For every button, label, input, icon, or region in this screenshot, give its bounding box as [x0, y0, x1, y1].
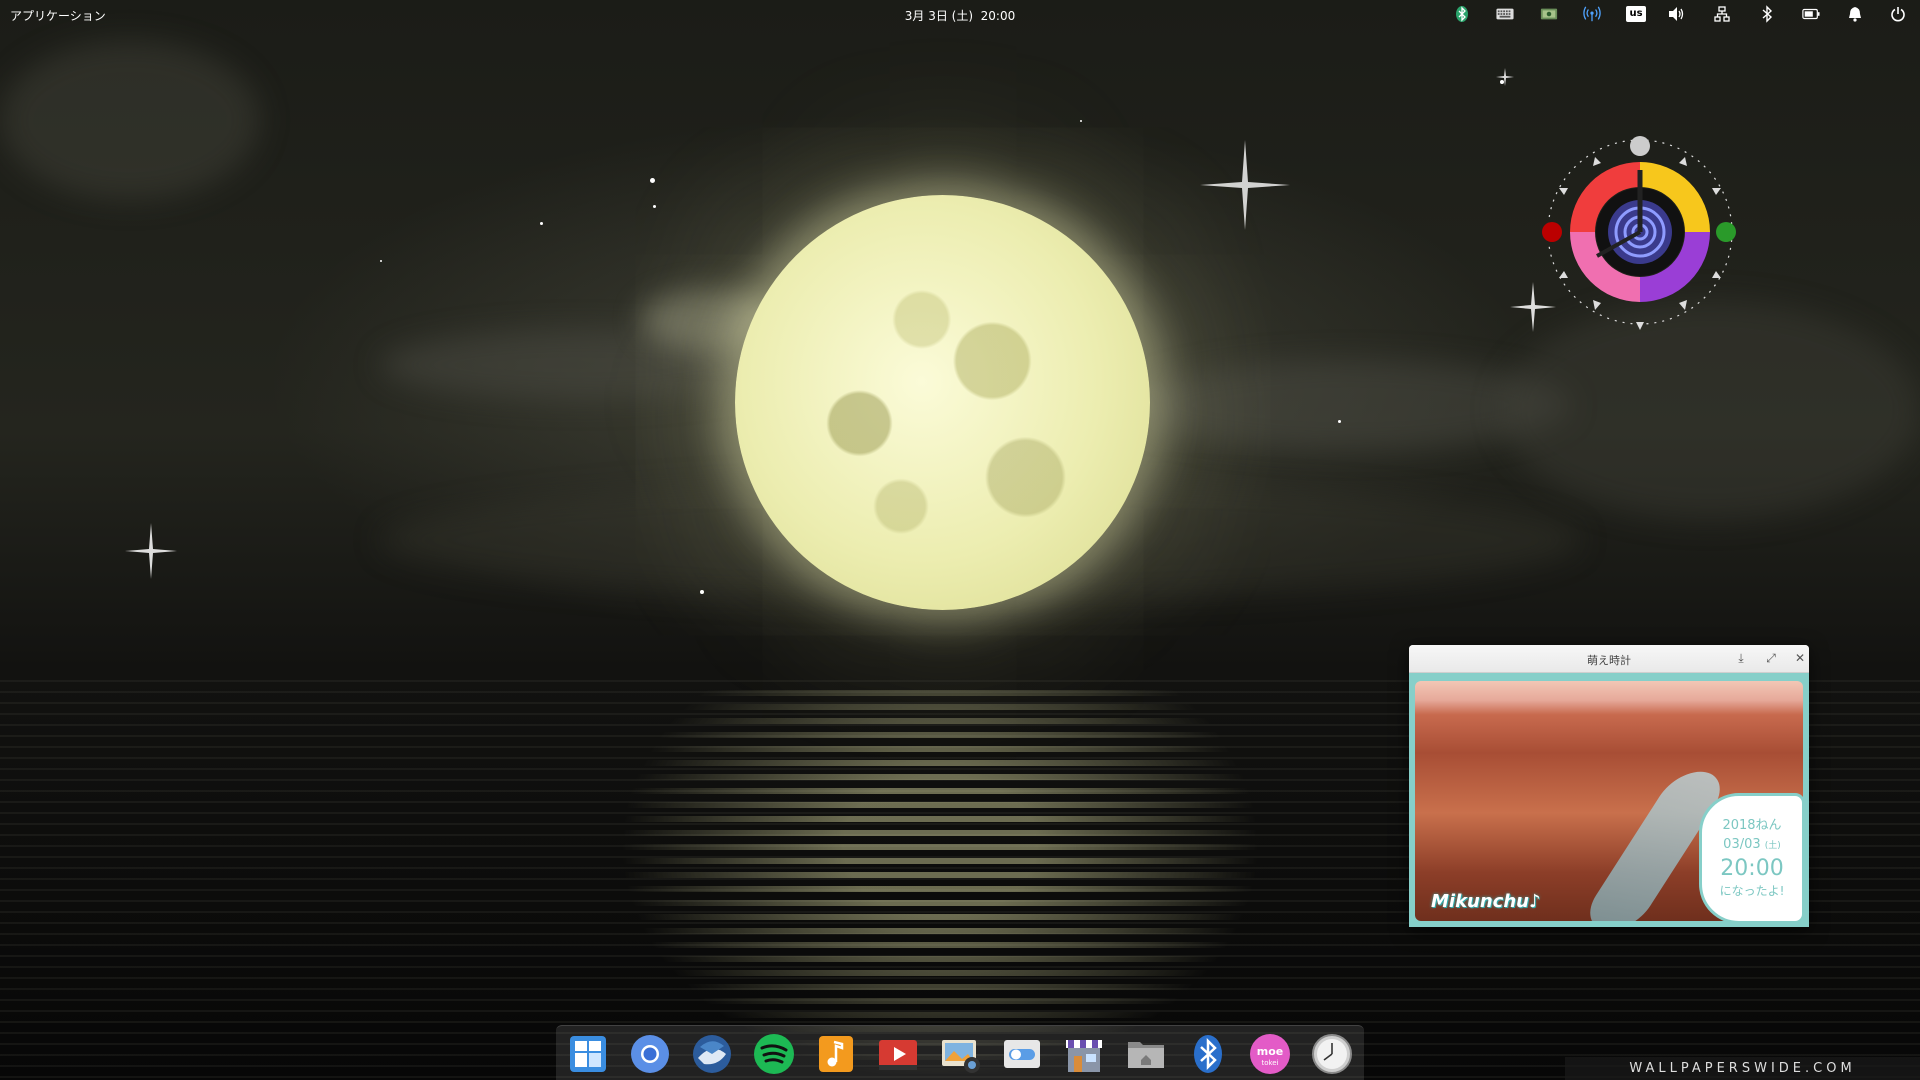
moe-tokei-content: 2018ねん 03/03 (土) 20:00 になったよ! Mikunchu♪ [1409, 673, 1809, 927]
star [380, 260, 382, 262]
panel-time: 20:00 [980, 9, 1016, 23]
dock-spotify[interactable] [751, 1031, 797, 1077]
star [540, 222, 543, 225]
files-folder-icon [1128, 1042, 1164, 1068]
spotify-icon [754, 1034, 794, 1074]
sparkle [1496, 68, 1514, 86]
dock-moe-tokei[interactable]: moe tokei [1247, 1031, 1293, 1077]
dock-appcenter[interactable] [1061, 1031, 1107, 1077]
wireless-hotspot-icon[interactable] [1583, 5, 1601, 23]
chromium-icon [631, 1035, 669, 1073]
moe-tokei-window[interactable]: 萌え時計 ⤓ ⤢ ✕ 2018ねん 03/03 (土) 20:00 になったよ!… [1409, 645, 1809, 927]
notifications-bell-icon[interactable] [1846, 5, 1864, 23]
svg-text:moe: moe [1257, 1045, 1283, 1058]
moe-weekday: (土) [1764, 841, 1781, 851]
settings-toggle-icon [1004, 1040, 1040, 1068]
bluetooth-tray-app-icon[interactable] [1453, 5, 1471, 23]
dock: moe tokei [556, 1025, 1364, 1080]
moe-brand-logo: Mikunchu♪ [1431, 891, 1541, 912]
moe-time: 20:00 [1720, 856, 1784, 881]
appcenter-icon [1066, 1040, 1102, 1072]
dock-multitasking-view[interactable] [565, 1031, 611, 1077]
panel-clock-button[interactable]: 3月 3日 (土) 20:00 [905, 9, 1016, 23]
keyboard-icon[interactable] [1496, 5, 1514, 23]
star [700, 590, 704, 594]
applications-menu[interactable]: アプリケーション [10, 7, 106, 24]
clock-icon [1312, 1034, 1352, 1074]
dock-system-settings[interactable] [999, 1031, 1045, 1077]
moe-tokei-icon: moetokei [1250, 1034, 1290, 1074]
star [1080, 120, 1082, 122]
keyboard-layout-indicator[interactable]: us [1626, 5, 1646, 23]
dock-thunderbird[interactable] [689, 1031, 735, 1077]
close-icon[interactable]: ✕ [1793, 651, 1807, 665]
dock-videos[interactable] [875, 1031, 921, 1077]
clock-knob-right [1716, 222, 1736, 242]
moe-date: 03/03 [1723, 837, 1761, 852]
pin-icon[interactable]: ⤓ [1734, 651, 1748, 666]
bluetooth-icon [1194, 1035, 1222, 1073]
star [1338, 420, 1341, 423]
desktop: アプリケーション 3月 3日 (土) 20:00 us 萌え時計 ⤓ ⤢ ✕ 2… [0, 0, 1920, 1080]
dock-photos[interactable] [937, 1031, 983, 1077]
window-title: 萌え時計 [1587, 654, 1631, 667]
photos-icon [942, 1040, 980, 1073]
top-panel: アプリケーション 3月 3日 (土) 20:00 us [0, 0, 1920, 28]
star [653, 205, 656, 208]
maximize-icon[interactable]: ⤢ [1764, 651, 1778, 666]
analog-clock-widget [1542, 136, 1736, 330]
panel-date: 3月 3日 (土) [904, 9, 974, 23]
sparkle [1200, 140, 1290, 230]
keyboard-layout-label: us [1626, 6, 1646, 22]
dock-files[interactable] [1123, 1031, 1169, 1077]
moon-reflection [620, 690, 1260, 1080]
star [650, 178, 655, 183]
dock-music[interactable] [813, 1031, 859, 1077]
moe-date-line: 03/03 (土) [1702, 835, 1802, 856]
moe-year: 2018ねん [1722, 818, 1782, 833]
cloud [0, 40, 260, 200]
videos-icon [879, 1040, 917, 1070]
music-icon [819, 1036, 853, 1072]
battery-icon[interactable] [1802, 5, 1820, 23]
window-titlebar[interactable]: 萌え時計 ⤓ ⤢ ✕ [1409, 645, 1809, 673]
clock-knob-top [1630, 136, 1650, 156]
moe-time-badge: 2018ねん 03/03 (土) 20:00 になったよ! [1699, 793, 1805, 924]
network-wired-icon[interactable] [1713, 5, 1731, 23]
bluetooth-icon[interactable] [1758, 5, 1776, 23]
sparkle [125, 523, 177, 579]
dock-chromium[interactable] [627, 1031, 673, 1077]
dock-bluetooth[interactable] [1185, 1031, 1231, 1077]
power-icon[interactable] [1889, 5, 1907, 23]
clock-knob-left [1542, 222, 1562, 242]
wallpaper-watermark: WALLPAPERSWIDE.COM [1565, 1057, 1920, 1080]
volume-icon[interactable] [1668, 5, 1686, 23]
svg-text:tokei: tokei [1261, 1059, 1278, 1067]
screenshot-app-icon[interactable] [1540, 5, 1558, 23]
thunderbird-icon [693, 1035, 731, 1073]
moe-message: になったよ! [1719, 884, 1785, 898]
full-moon [735, 195, 1150, 610]
multitasking-view-icon [570, 1036, 606, 1072]
dock-clock[interactable] [1309, 1031, 1355, 1077]
